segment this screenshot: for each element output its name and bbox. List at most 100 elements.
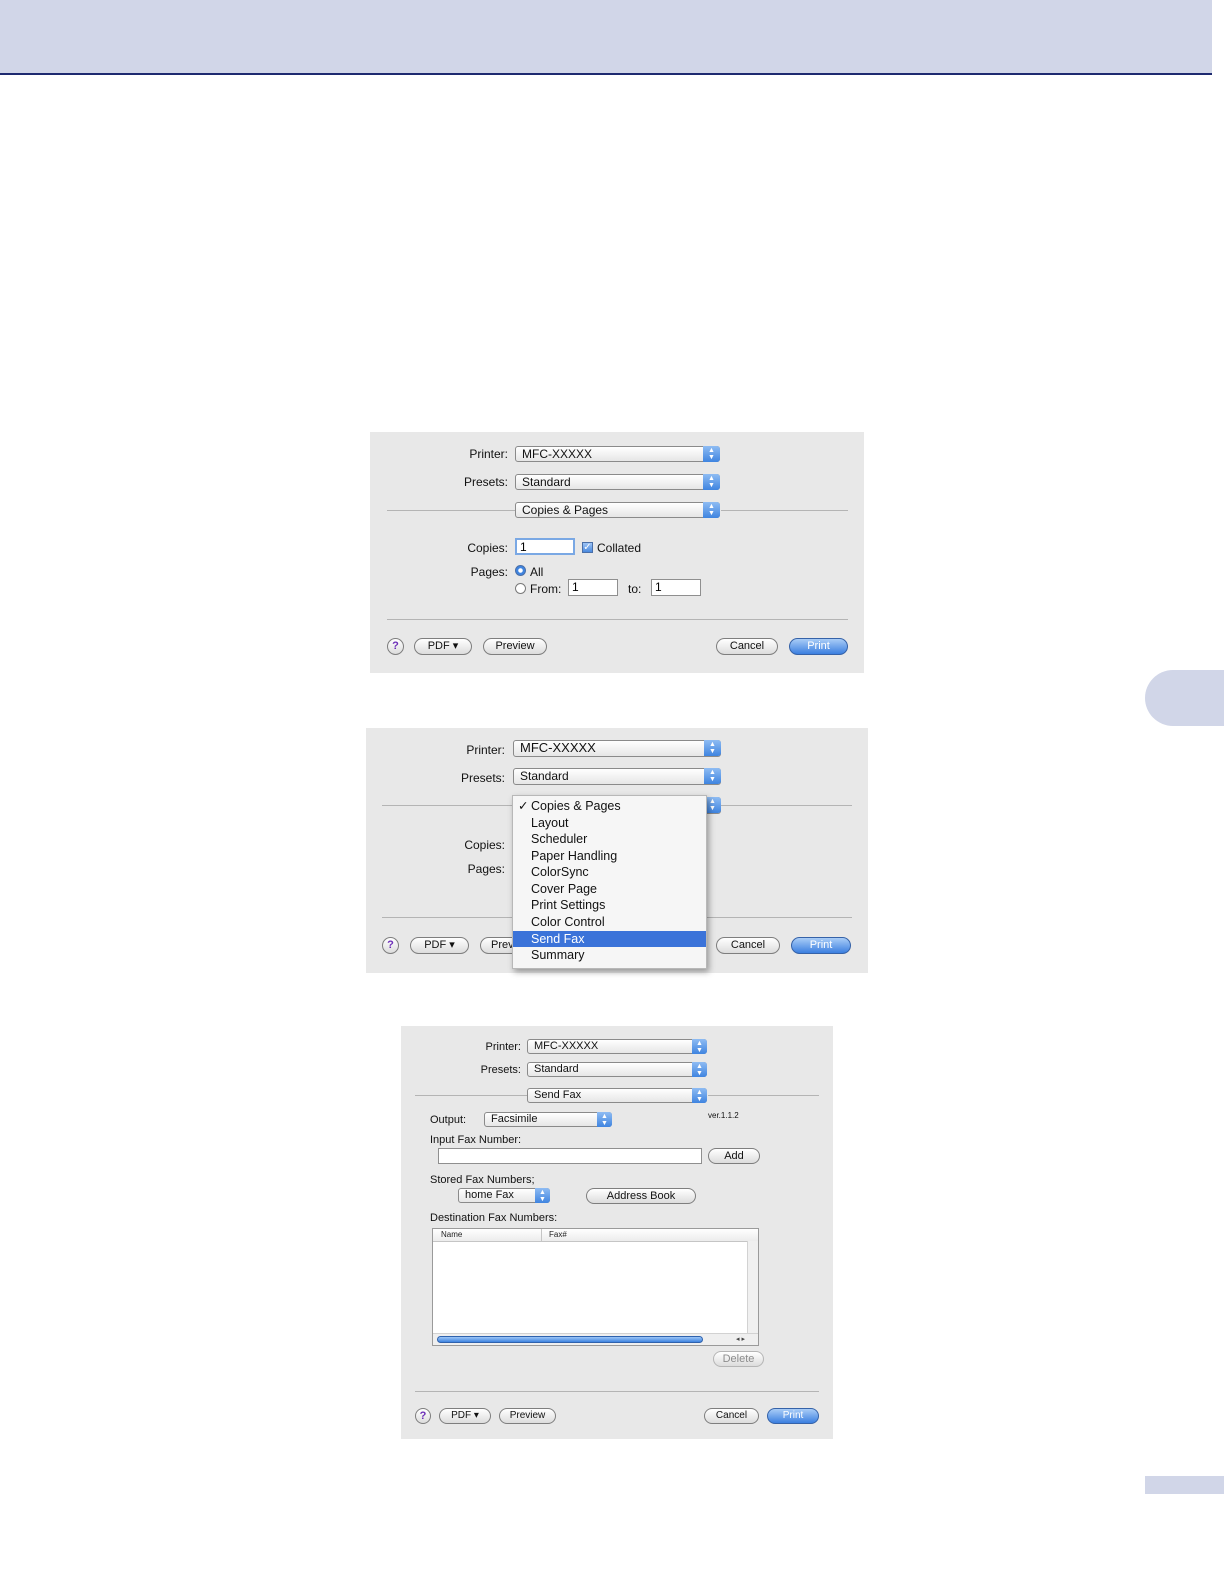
- help-icon[interactable]: ?: [387, 638, 404, 655]
- popup-arrows-icon: ▲ ▼: [692, 1039, 707, 1054]
- destination-fax-table[interactable]: Name Fax# ◂ ▸: [432, 1228, 759, 1346]
- collated-checkbox[interactable]: ✓: [582, 542, 593, 553]
- presets-value: Standard: [534, 1063, 579, 1075]
- scroll-arrows-icon[interactable]: ◂ ▸: [736, 1334, 745, 1345]
- printer-select[interactable]: MFC-XXXXX ▲ ▼: [515, 446, 720, 462]
- popup-arrows-icon: ▲ ▼: [535, 1188, 550, 1203]
- separator-right: [721, 510, 848, 511]
- menu-item-paper-handling[interactable]: Paper Handling: [513, 848, 706, 864]
- panel-value: Send Fax: [534, 1089, 582, 1101]
- horizontal-scrollbar[interactable]: ◂ ▸: [433, 1333, 758, 1345]
- column-header-fax[interactable]: Fax#: [549, 1229, 567, 1241]
- version-text: ver.1.1.2: [708, 1111, 739, 1120]
- address-book-button[interactable]: Address Book: [586, 1188, 696, 1204]
- scrollbar-thumb[interactable]: [437, 1336, 703, 1343]
- delete-button[interactable]: Delete: [713, 1351, 764, 1367]
- print-button[interactable]: Print: [789, 638, 848, 655]
- output-label: Output:: [430, 1114, 467, 1126]
- separator-right: [708, 1095, 819, 1096]
- panel-value: Copies & Pages: [522, 503, 609, 517]
- chapter-tab: [1145, 670, 1224, 726]
- printer-select[interactable]: MFC-XXXXX ▲ ▼: [513, 740, 721, 757]
- footer-separator: [415, 1391, 819, 1392]
- pdf-button[interactable]: PDF ▾: [414, 638, 472, 655]
- popup-arrows-icon: ▲ ▼: [597, 1112, 612, 1127]
- add-button[interactable]: Add: [708, 1148, 760, 1164]
- pdf-button[interactable]: PDF ▾: [439, 1408, 491, 1424]
- printer-select[interactable]: MFC-XXXXX ▲ ▼: [527, 1039, 707, 1054]
- print-button[interactable]: Print: [767, 1408, 819, 1424]
- presets-label: Presets:: [463, 475, 508, 489]
- presets-select[interactable]: Standard ▲ ▼: [527, 1062, 707, 1077]
- stored-fax-value: home Fax: [465, 1189, 514, 1201]
- pages-all-label: All: [530, 565, 544, 579]
- menu-item-scheduler[interactable]: Scheduler: [513, 831, 706, 847]
- printer-value: MFC-XXXXX: [522, 447, 593, 461]
- to-page-field[interactable]: 1: [651, 579, 701, 596]
- copies-label: Copies:: [467, 541, 508, 555]
- help-icon[interactable]: ?: [382, 937, 399, 954]
- stored-fax-select[interactable]: home Fax ▲ ▼: [458, 1188, 550, 1203]
- output-select[interactable]: Facsimile ▲ ▼: [484, 1112, 612, 1127]
- pages-from-label: From:: [530, 582, 562, 596]
- preview-button[interactable]: Preview: [483, 638, 547, 655]
- popup-arrows-icon: ▲ ▼: [704, 740, 721, 756]
- menu-item-label: Copies & Pages: [531, 799, 621, 813]
- preview-button[interactable]: Preview: [499, 1408, 556, 1424]
- output-value: Facsimile: [491, 1113, 538, 1125]
- popup-arrows-icon: ▲ ▼: [692, 1062, 707, 1077]
- printer-value: MFC-XXXXX: [534, 1040, 599, 1052]
- menu-item-layout[interactable]: Layout: [513, 815, 706, 831]
- popup-arrows-icon: ▲ ▼: [703, 502, 720, 518]
- printer-label: Printer:: [466, 743, 505, 757]
- pdf-button[interactable]: PDF ▾: [410, 937, 469, 954]
- popup-arrows-icon: ▲ ▼: [704, 768, 721, 784]
- separator-left: [415, 1095, 527, 1096]
- pages-label: Pages:: [467, 862, 505, 876]
- menu-item-copies-pages[interactable]: ✓ Copies & Pages: [513, 798, 706, 814]
- page-number-tab: [1145, 1476, 1224, 1494]
- copies-field[interactable]: 1: [515, 538, 575, 555]
- presets-select[interactable]: Standard ▲ ▼: [515, 474, 720, 490]
- column-divider: [541, 1229, 542, 1241]
- input-fax-number-label: Input Fax Number:: [430, 1134, 522, 1146]
- vertical-scrollbar[interactable]: [747, 1241, 758, 1335]
- menu-item-colorsync[interactable]: ColorSync: [513, 864, 706, 880]
- presets-label: Presets:: [460, 771, 505, 785]
- presets-value: Standard: [522, 475, 571, 489]
- presets-value: Standard: [520, 769, 569, 783]
- destination-fax-numbers-label: Destination Fax Numbers:: [430, 1212, 558, 1224]
- menu-item-cover-page[interactable]: Cover Page: [513, 881, 706, 897]
- popup-arrows-icon: ▲ ▼: [703, 474, 720, 490]
- checkmark-icon: ✓: [518, 799, 529, 813]
- menu-item-print-settings[interactable]: Print Settings: [513, 897, 706, 913]
- pages-all-radio[interactable]: [515, 565, 526, 576]
- separator-right: [721, 805, 852, 806]
- pages-from-radio[interactable]: [515, 583, 526, 594]
- from-page-field[interactable]: 1: [568, 579, 618, 596]
- table-header: Name Fax#: [433, 1229, 758, 1242]
- popup-arrows-icon: ▲ ▼: [692, 1088, 707, 1103]
- input-fax-number-field[interactable]: [438, 1148, 702, 1164]
- printer-value: MFC-XXXXX: [520, 740, 596, 755]
- menu-item-summary[interactable]: Summary: [513, 947, 706, 963]
- cancel-button[interactable]: Cancel: [716, 638, 778, 655]
- cancel-button[interactable]: Cancel: [716, 937, 780, 954]
- separator-left: [382, 805, 513, 806]
- presets-select[interactable]: Standard ▲ ▼: [513, 768, 721, 785]
- column-header-name[interactable]: Name: [441, 1229, 462, 1241]
- printer-label: Printer:: [485, 1041, 521, 1053]
- copies-label: Copies:: [464, 838, 505, 852]
- cancel-button[interactable]: Cancel: [704, 1408, 759, 1424]
- popup-arrows-icon: ▲ ▼: [703, 446, 720, 462]
- presets-label: Presets:: [480, 1064, 521, 1076]
- page-header-band: [0, 0, 1212, 75]
- panel-select[interactable]: Send Fax ▲ ▼: [527, 1088, 707, 1103]
- to-label: to:: [628, 582, 642, 596]
- menu-item-color-control[interactable]: Color Control: [513, 914, 706, 930]
- menu-item-send-fax[interactable]: Send Fax: [513, 931, 706, 947]
- help-icon[interactable]: ?: [415, 1408, 431, 1424]
- separator-left: [387, 510, 515, 511]
- print-button[interactable]: Print: [791, 937, 851, 954]
- panel-select[interactable]: Copies & Pages ▲ ▼: [515, 502, 720, 518]
